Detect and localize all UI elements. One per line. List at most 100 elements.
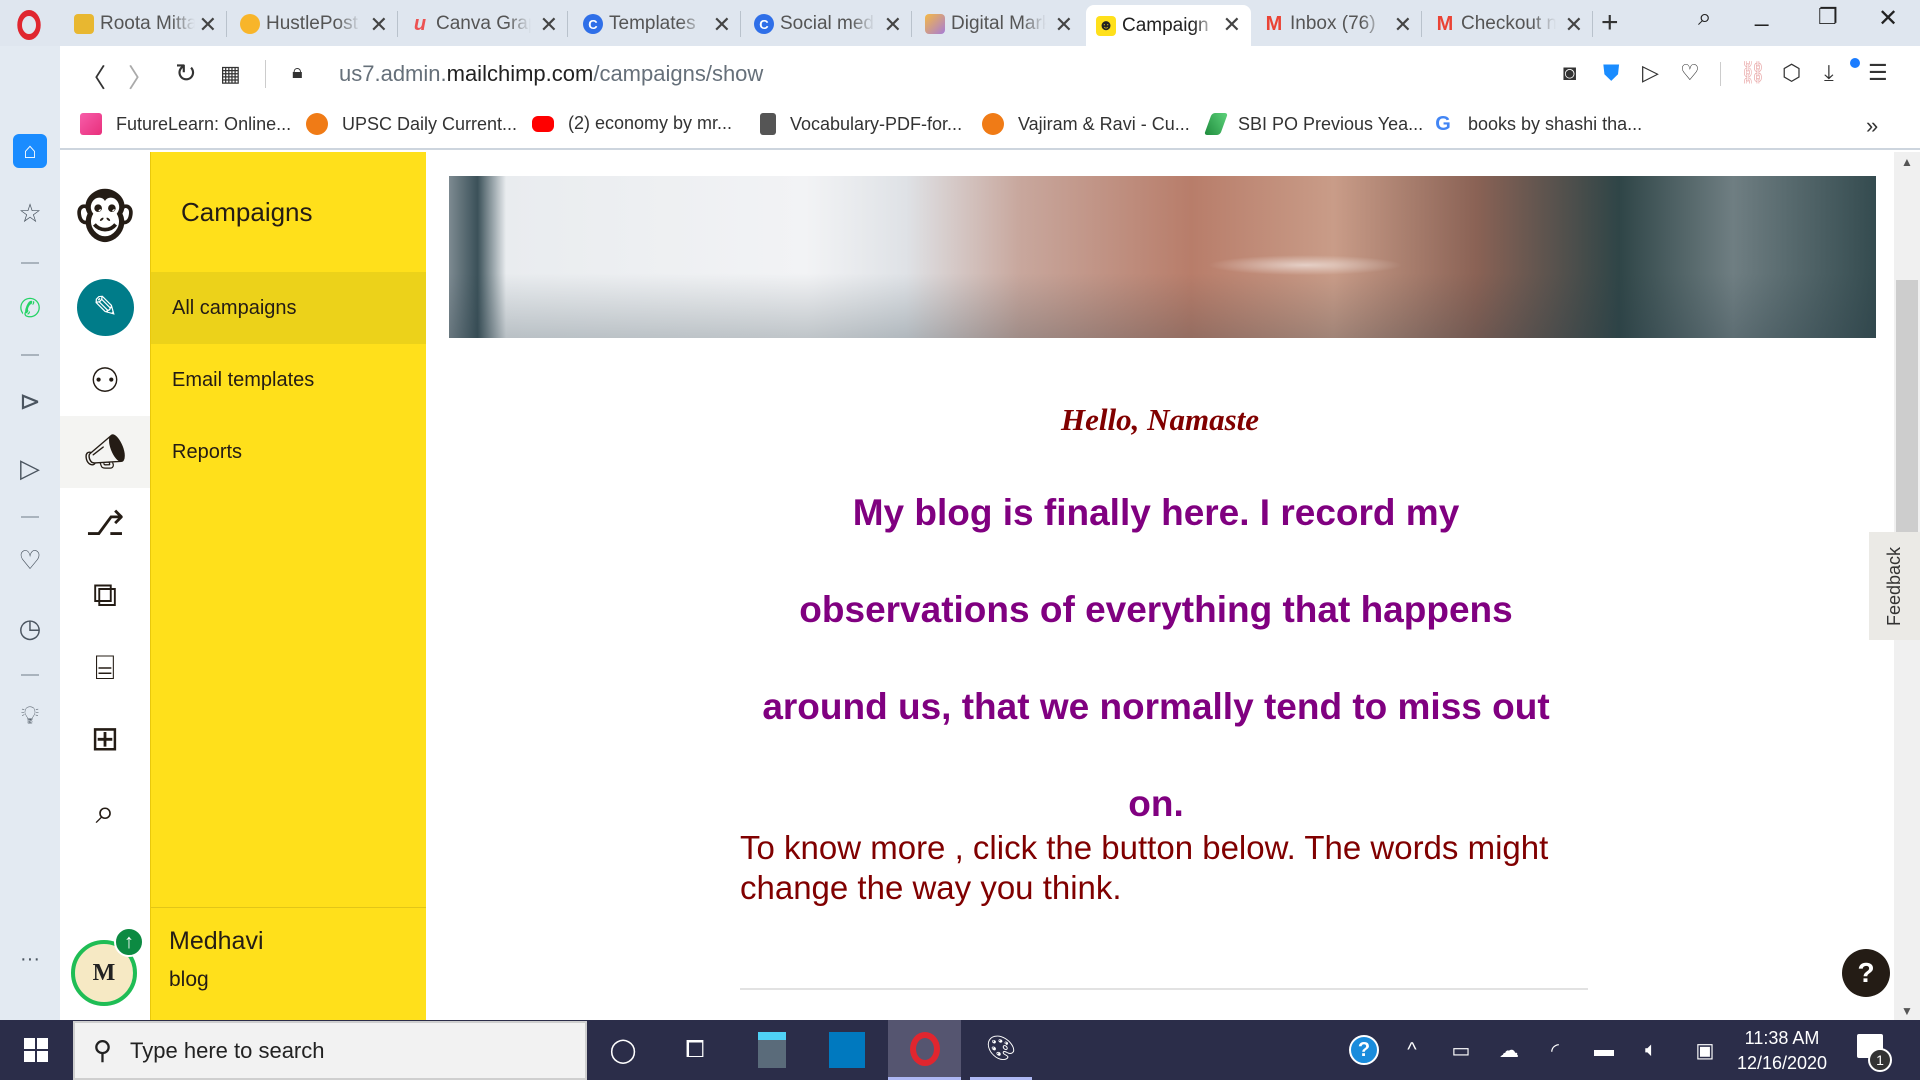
meet-now-icon[interactable]: ▭	[1446, 1020, 1476, 1080]
calculator-icon[interactable]	[745, 1020, 799, 1080]
taskbar-clock[interactable]: 11:38 AM 12/16/2020	[1727, 1026, 1837, 1076]
help-tray-icon[interactable]: ?	[1346, 1020, 1382, 1080]
tab-search-icon[interactable]: ⌕	[1698, 4, 1711, 32]
google-icon: G	[1435, 113, 1451, 135]
bookmark-futurelearn[interactable]: FutureLearn: Online...	[80, 113, 291, 135]
volume-icon[interactable]: 🔈︎	[1636, 1020, 1666, 1080]
send-icon[interactable]: ▷	[13, 451, 47, 485]
tab-campaign[interactable]: ☻ Campaign ✕	[1086, 5, 1251, 46]
close-tab-icon[interactable]: ✕	[713, 12, 731, 38]
scroll-up-icon[interactable]: ▲	[1901, 155, 1913, 169]
new-tab-icon[interactable]: +	[1601, 6, 1619, 40]
scroll-down-icon[interactable]: ▼	[1901, 1004, 1913, 1018]
reload-icon[interactable]: ↻	[175, 58, 197, 89]
close-tab-icon[interactable]: ✕	[1394, 12, 1412, 38]
battery-icon[interactable]: ▬	[1587, 1020, 1621, 1080]
tab-title: HustlePost	[266, 13, 358, 34]
back-icon[interactable]: 〈	[80, 58, 106, 95]
onedrive-icon[interactable]: ☁	[1492, 1020, 1526, 1080]
cortana-icon[interactable]: ◯	[596, 1020, 650, 1080]
url-field[interactable]: us7.admin.mailchimp.com/campaigns/show	[339, 61, 763, 87]
download-icon[interactable]: ⤓	[1824, 60, 1834, 86]
automations-icon[interactable]: ⎇	[60, 488, 150, 560]
minimize-icon[interactable]: _	[1755, 0, 1768, 28]
close-tab-icon[interactable]: ✕	[199, 12, 217, 38]
whatsapp-icon[interactable]: ✆	[13, 291, 47, 325]
lock-icon[interactable]: 🔒︎	[292, 61, 303, 84]
send-icon[interactable]: ▷	[1642, 60, 1659, 86]
feedback-button[interactable]: Feedback	[1869, 532, 1920, 640]
close-tab-icon[interactable]: ✕	[370, 12, 388, 38]
close-tab-icon[interactable]: ✕	[1223, 12, 1241, 38]
crypto-wallet-icon[interactable]: ⛓	[1739, 60, 1767, 86]
bookmark-vocabulary[interactable]: Vocabulary-PDF-for...	[760, 113, 962, 135]
heart-icon[interactable]: ♡	[1680, 60, 1700, 86]
close-tab-icon[interactable]: ✕	[1565, 12, 1583, 38]
show-hidden-icons-icon[interactable]: ^	[1397, 1020, 1427, 1080]
search-icon[interactable]: ⌕	[60, 776, 150, 848]
scrollbar-thumb[interactable]	[1896, 280, 1918, 540]
tab-roota-mitta[interactable]: Roota Mitta ✕	[64, 5, 227, 43]
create-pencil-icon[interactable]: ✎	[77, 279, 134, 336]
tab-hustlepost[interactable]: HustlePost ✕	[230, 5, 398, 43]
close-tab-icon[interactable]: ✕	[1055, 12, 1073, 38]
audience-icon[interactable]: ⚇	[60, 345, 150, 417]
star-icon[interactable]: ☆	[13, 196, 47, 230]
help-button[interactable]: ?	[1842, 949, 1890, 997]
opera-menu-icon[interactable]	[17, 10, 41, 40]
home-icon[interactable]: ⌂	[13, 134, 47, 168]
nav-all-campaigns[interactable]: All campaigns	[151, 272, 427, 344]
speed-dial-icon[interactable]: ▦	[220, 61, 241, 87]
opera-sidebar: ⌂ ☆ ✆ ⊳ ▷ ♡ ◷ 💡︎ ···	[0, 46, 60, 1020]
content-studio-icon[interactable]: ⌸	[60, 632, 150, 704]
integrations-grid-icon[interactable]: ⊞	[60, 703, 150, 775]
bookmark-sbi-po[interactable]: SBI PO Previous Yea...	[1203, 113, 1423, 135]
roota-favicon-icon	[74, 14, 94, 34]
easy-setup-icon[interactable]: ☰	[1868, 60, 1888, 86]
opera-taskbar-icon[interactable]	[888, 1020, 961, 1080]
website-icon[interactable]: ⧉	[60, 559, 150, 631]
task-view-icon[interactable]: ⧠	[668, 1020, 722, 1080]
upgrade-arrow-icon[interactable]: ↑	[114, 927, 144, 957]
tab-checkout[interactable]: M Checkout n ✕	[1425, 5, 1593, 43]
close-tab-icon[interactable]: ✕	[884, 12, 902, 38]
tab-canva-graphics[interactable]: u Canva Graphics ✕	[400, 5, 568, 43]
bookmark-youtube[interactable]: (2) economy by mr...	[532, 113, 732, 134]
bookmark-google-books[interactable]: Gbooks by shashi tha...	[1432, 113, 1642, 135]
mailchimp-logo-icon[interactable]: 🐵︎	[60, 176, 150, 262]
email-greeting: Hello, Namaste	[1060, 402, 1260, 437]
touch-keyboard-icon[interactable]: ▣	[1690, 1020, 1720, 1080]
bookmark-upsc[interactable]: UPSC Daily Current...	[306, 113, 517, 135]
close-tab-icon[interactable]: ✕	[540, 12, 558, 38]
bookmarks-overflow-button[interactable]: »	[1866, 113, 1878, 139]
tab-templates[interactable]: C Templates ✕	[573, 5, 741, 43]
trello-icon[interactable]	[820, 1020, 874, 1080]
bookmarks-bar: FutureLearn: Online... UPSC Daily Curren…	[60, 104, 1920, 150]
campaigns-megaphone-icon[interactable]: 📣︎	[60, 416, 150, 488]
hustlepost-favicon-icon	[240, 14, 260, 34]
tab-inbox[interactable]: M Inbox (76) ✕	[1254, 5, 1422, 43]
account-name[interactable]: Medhavi	[169, 927, 264, 956]
heart-icon[interactable]: ♡	[13, 543, 47, 577]
paint-icon[interactable]: 🎨︎	[970, 1020, 1032, 1080]
nav-reports[interactable]: Reports	[151, 416, 427, 488]
lightbulb-icon[interactable]: 💡︎	[13, 699, 47, 733]
tab-social-media[interactable]: C Social media ✕	[744, 5, 912, 43]
forward-icon[interactable]: 〉	[128, 58, 154, 95]
player-icon[interactable]: ⊳	[13, 384, 47, 418]
bookmark-vajiram[interactable]: Vajiram & Ravi - Cu...	[982, 113, 1190, 135]
snapshot-icon[interactable]: ◙	[1563, 60, 1576, 86]
canva-favicon-icon: C	[754, 14, 774, 34]
extensions-icon[interactable]: ⬡	[1782, 60, 1801, 86]
taskbar-search-input[interactable]: ⚲ Type here to search	[73, 1021, 587, 1080]
restore-icon[interactable]: ❐	[1818, 4, 1838, 30]
close-window-icon[interactable]: ✕	[1878, 4, 1898, 33]
nav-email-templates[interactable]: Email templates	[151, 344, 427, 416]
tab-digital-marketing[interactable]: Digital Marketing ✕	[915, 5, 1083, 43]
start-button[interactable]	[0, 1020, 72, 1080]
more-icon[interactable]: ···	[13, 942, 47, 976]
search-icon: ⚲	[93, 1035, 113, 1065]
vpn-shield-icon[interactable]: ⛊	[1603, 60, 1620, 86]
wifi-icon[interactable]: ◜	[1540, 1020, 1570, 1080]
history-icon[interactable]: ◷	[13, 611, 47, 645]
